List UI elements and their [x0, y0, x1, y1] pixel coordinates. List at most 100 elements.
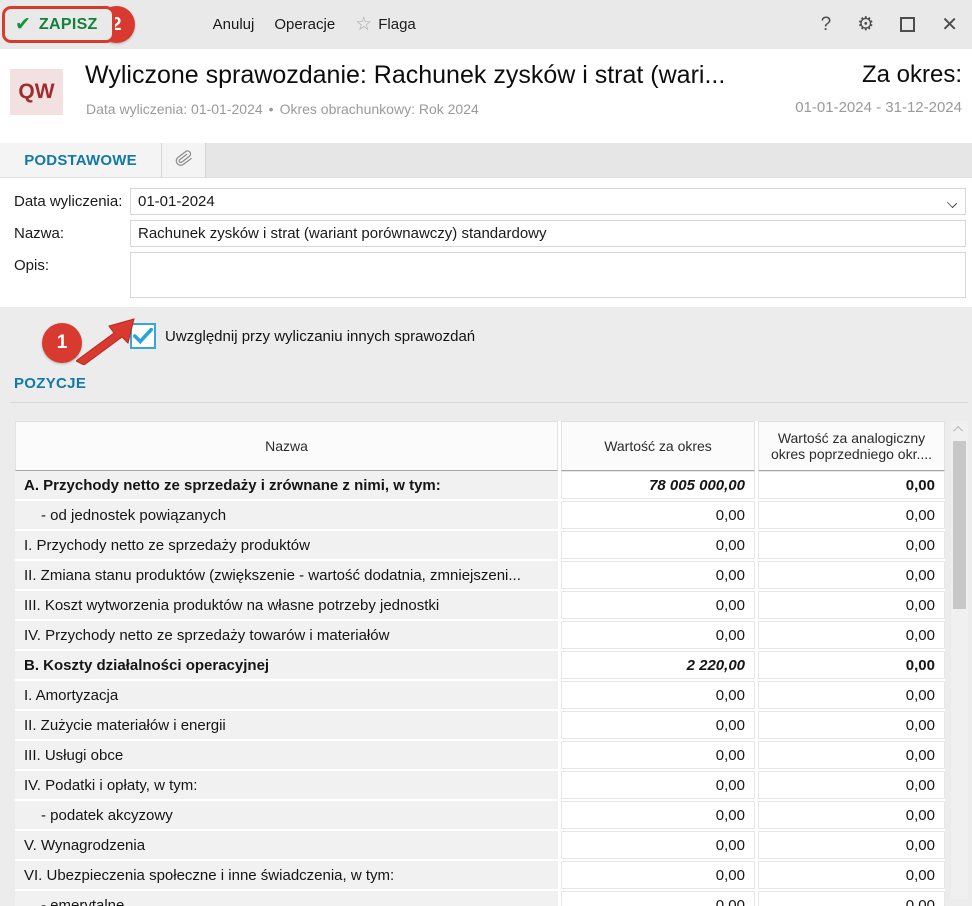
tab-attachments[interactable]: [162, 143, 206, 177]
row-value-current[interactable]: 0,00: [561, 891, 755, 906]
include-checkbox-label: Uwzględnij przy wyliczaniu innych sprawo…: [165, 327, 476, 345]
data-wyliczenia-value: 01-01-2024: [138, 193, 215, 210]
table-row[interactable]: IV. Podatki i opłaty, w tym: 0,00 0,00: [15, 771, 945, 801]
table-row[interactable]: - emerytalne 0,00 0,00: [15, 891, 945, 906]
row-name: III. Usługi obce: [15, 741, 558, 769]
row-value-current[interactable]: 0,00: [561, 561, 755, 589]
toolbar: ✔ ZAPISZ 2 Anuluj Operacje ☆ Flaga ? ⚙ ✕: [0, 0, 972, 49]
row-value-previous[interactable]: 0,00: [758, 651, 945, 679]
row-name: II. Zmiana stanu produktów (zwiększenie …: [15, 561, 558, 589]
row-value-current[interactable]: 0,00: [561, 771, 755, 799]
column-header-wartosc-analogiczny[interactable]: Wartość za analogiczny okres poprzednieg…: [758, 421, 945, 471]
scroll-up-icon[interactable]: [951, 421, 968, 438]
operations-menu[interactable]: Operacje: [264, 8, 345, 41]
row-value-current[interactable]: 0,00: [561, 741, 755, 769]
row-name: V. Wynagrodzenia: [15, 831, 558, 859]
table-row[interactable]: - podatek akcyzowy 0,00 0,00: [15, 801, 945, 831]
lower-section: 1 Uwzględnij przy wyliczaniu innych spra…: [0, 307, 972, 906]
paperclip-icon: [174, 147, 194, 174]
table-row[interactable]: III. Usługi obce 0,00 0,00: [15, 741, 945, 771]
row-name: I. Amortyzacja: [15, 681, 558, 709]
table-row[interactable]: II. Zmiana stanu produktów (zwiększenie …: [15, 561, 945, 591]
scrollbar-thumb[interactable]: [953, 441, 966, 609]
table-row[interactable]: VI. Ubezpieczenia społeczne i inne świad…: [15, 861, 945, 891]
row-name: IV. Przychody netto ze sprzedaży towarów…: [15, 621, 558, 649]
row-name: II. Zużycie materiałów i energii: [15, 711, 558, 739]
row-value-current[interactable]: 0,00: [561, 531, 755, 559]
subtitle-separator: •: [268, 101, 274, 117]
row-name: - podatek akcyzowy: [15, 801, 558, 829]
row-value-current[interactable]: 78 005 000,00: [561, 471, 755, 499]
column-header-wartosc-za-okres[interactable]: Wartość za okres: [561, 421, 755, 471]
table-header-row: Nazwa Wartość za okres Wartość za analog…: [15, 421, 945, 471]
row-value-current[interactable]: 0,00: [561, 831, 755, 859]
close-icon[interactable]: ✕: [941, 15, 958, 35]
row-value-current[interactable]: 0,00: [561, 621, 755, 649]
table-row[interactable]: B. Koszty działalności operacyjnej 2 220,…: [15, 651, 945, 681]
table-row[interactable]: II. Zużycie materiałów i energii 0,00 0,00: [15, 711, 945, 741]
table-row[interactable]: IV. Przychody netto ze sprzedaży towarów…: [15, 621, 945, 651]
nazwa-input[interactable]: Rachunek zysków i strat (wariant porówna…: [130, 220, 966, 247]
row-value-previous[interactable]: 0,00: [758, 891, 945, 906]
data-wyliczenia-select[interactable]: 01-01-2024: [130, 188, 966, 215]
row-name: B. Koszty działalności operacyjnej: [15, 651, 558, 679]
opis-textarea[interactable]: [130, 252, 966, 298]
table-row[interactable]: III. Koszt wytworzenia produktów na włas…: [15, 591, 945, 621]
save-button[interactable]: ✔ ZAPISZ: [2, 6, 115, 43]
field-label-opis: Opis:: [14, 257, 50, 274]
row-value-previous[interactable]: 0,00: [758, 801, 945, 829]
table-row[interactable]: V. Wynagrodzenia 0,00 0,00: [15, 831, 945, 861]
row-value-previous[interactable]: 0,00: [758, 831, 945, 859]
positions-table-zone: Nazwa Wartość za okres Wartość za analog…: [0, 403, 972, 906]
row-value-current[interactable]: 2 220,00: [561, 651, 755, 679]
row-value-current[interactable]: 0,00: [561, 861, 755, 889]
table-row[interactable]: - od jednostek powiązanych 0,00 0,00: [15, 501, 945, 531]
row-value-current[interactable]: 0,00: [561, 711, 755, 739]
positions-table: Nazwa Wartość za okres Wartość za analog…: [15, 421, 945, 906]
row-name: - emerytalne: [15, 891, 558, 906]
row-value-previous[interactable]: 0,00: [758, 501, 945, 529]
row-value-previous[interactable]: 0,00: [758, 861, 945, 889]
help-icon[interactable]: ?: [821, 15, 832, 34]
row-value-previous[interactable]: 0,00: [758, 531, 945, 559]
table-scrollbar[interactable]: [951, 421, 968, 899]
column-header-nazwa[interactable]: Nazwa: [15, 421, 558, 471]
tab-bar: PODSTAWOWE: [0, 143, 972, 178]
maximize-icon[interactable]: [900, 17, 916, 32]
window-header: QW Wyliczone sprawozdanie: Rachunek zysk…: [0, 49, 972, 143]
table-row[interactable]: A. Przychody netto ze sprzedaży i zrówna…: [15, 471, 945, 501]
star-icon: ☆: [355, 14, 373, 35]
period-label: Za okres:: [861, 61, 962, 88]
field-label-data-wyliczenia: Data wyliczenia:: [14, 193, 123, 210]
chevron-down-icon: [946, 197, 958, 209]
row-name: - od jednostek powiązanych: [15, 501, 558, 529]
row-value-previous[interactable]: 0,00: [758, 771, 945, 799]
nazwa-value: Rachunek zysków i strat (wariant porówna…: [138, 225, 547, 242]
cancel-button[interactable]: Anuluj: [203, 8, 265, 41]
row-value-current[interactable]: 0,00: [561, 681, 755, 709]
tab-podstawowe[interactable]: PODSTAWOWE: [0, 143, 162, 177]
table-row[interactable]: I. Przychody netto ze sprzedaży produktó…: [15, 531, 945, 561]
form-section: Data wyliczenia: 01-01-2024 Nazwa: Rachu…: [0, 178, 972, 307]
row-value-previous[interactable]: 0,00: [758, 681, 945, 709]
table-row[interactable]: I. Amortyzacja 0,00 0,00: [15, 681, 945, 711]
app-logo: QW: [10, 69, 63, 115]
row-value-current[interactable]: 0,00: [561, 591, 755, 619]
row-value-current[interactable]: 0,00: [561, 801, 755, 829]
subtitle-date: Data wyliczenia: 01-01-2024: [86, 101, 263, 117]
row-value-previous[interactable]: 0,00: [758, 741, 945, 769]
row-value-previous[interactable]: 0,00: [758, 561, 945, 589]
row-value-previous[interactable]: 0,00: [758, 711, 945, 739]
row-value-current[interactable]: 0,00: [561, 501, 755, 529]
row-name: VI. Ubezpieczenia społeczne i inne świad…: [15, 861, 558, 889]
row-value-previous[interactable]: 0,00: [758, 471, 945, 499]
flag-button[interactable]: ☆ Flaga: [345, 7, 426, 42]
row-name: IV. Podatki i opłaty, w tym:: [15, 771, 558, 799]
check-icon: ✔: [15, 14, 31, 35]
section-title-pozycje: POZYCJE: [14, 375, 87, 392]
gear-icon[interactable]: ⚙: [857, 15, 874, 34]
row-value-previous[interactable]: 0,00: [758, 621, 945, 649]
row-value-previous[interactable]: 0,00: [758, 591, 945, 619]
subtitle-period: Okres obrachunkowy: Rok 2024: [279, 101, 479, 117]
save-button-label: ZAPISZ: [38, 15, 98, 33]
